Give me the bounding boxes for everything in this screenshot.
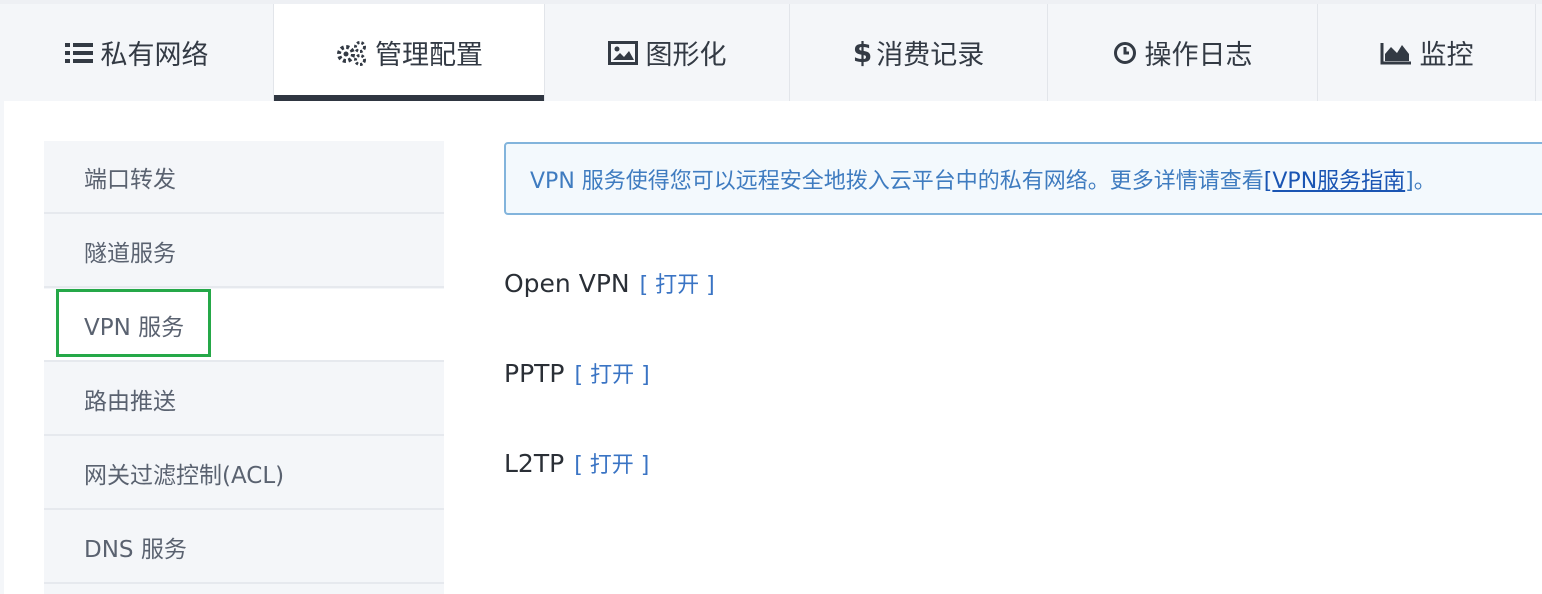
sidebar-item-label: 路由推送 <box>84 388 176 415</box>
link-close: ]。 <box>1405 168 1436 194</box>
tab-monitoring[interactable]: 监控 <box>1318 4 1536 101</box>
tab-management-config[interactable]: 管理配置 <box>274 4 545 101</box>
service-name: L2TP <box>504 448 565 478</box>
info-banner: VPN 服务使得您可以远程安全地拨入云平台中的私有网络。更多详情请查看 [VPN服… <box>504 142 1542 215</box>
tab-label: 操作日志 <box>1144 40 1253 71</box>
sidebar-item-gateway-acl[interactable]: 网关过滤控制(ACL) <box>44 437 444 510</box>
enable-openvpn-button[interactable]: [ 打开 ] <box>640 267 715 299</box>
sidebar-item-label: 隧道服务 <box>84 240 176 267</box>
sidebar-item-vpn-service[interactable]: VPN 服务 <box>44 289 444 362</box>
tab-label: 图形化 <box>645 40 727 71</box>
tab-billing-records[interactable]: $ 消费记录 <box>790 4 1048 101</box>
tab-bar: 私有网络 管理配置 图形化 $ 消费记录 操作日志 监控 <box>0 4 1542 101</box>
sidebar-item-tunnel-service[interactable]: 隧道服务 <box>44 215 444 288</box>
sidebar-item-dns-service[interactable]: DNS 服务 <box>44 511 444 584</box>
tab-label: 管理配置 <box>375 40 483 71</box>
enable-l2tp-button[interactable]: [ 打开 ] <box>574 447 649 479</box>
sidebar-item-label: 网关过滤控制(ACL) <box>84 462 285 489</box>
tab-graphical[interactable]: 图形化 <box>545 4 790 101</box>
service-row-openvpn: Open VPN [ 打开 ] <box>504 266 715 300</box>
service-name: PPTP <box>504 358 565 388</box>
list-icon <box>64 42 93 64</box>
sidebar-item-route-push[interactable]: 路由推送 <box>44 363 444 436</box>
service-row-l2tp: L2TP [ 打开 ] <box>504 446 649 480</box>
gears-icon <box>335 40 367 66</box>
dollar-icon: $ <box>852 36 873 69</box>
service-name: Open VPN <box>504 268 630 298</box>
left-edge <box>0 101 4 594</box>
tab-label: 监控 <box>1419 40 1474 71</box>
clock-icon <box>1113 41 1137 65</box>
sidebar: 端口转发 隧道服务 VPN 服务 路由推送 网关过滤控制(ACL) DNS 服务 <box>44 141 444 594</box>
sidebar-item-label: VPN 服务 <box>84 314 185 341</box>
picture-icon <box>607 40 638 65</box>
enable-pptp-button[interactable]: [ 打开 ] <box>575 357 650 389</box>
tab-label: 消费记录 <box>876 40 985 71</box>
sidebar-item-label: 端口转发 <box>84 166 176 193</box>
tab-private-network[interactable]: 私有网络 <box>0 4 274 101</box>
sidebar-item-port-forwarding[interactable]: 端口转发 <box>44 141 444 214</box>
link-text: VPN服务指南 <box>1272 168 1406 194</box>
service-row-pptp: PPTP [ 打开 ] <box>504 356 650 390</box>
info-text: VPN 服务使得您可以远程安全地拨入云平台中的私有网络。更多详情请查看 <box>530 168 1264 194</box>
tab-operation-logs[interactable]: 操作日志 <box>1048 4 1318 101</box>
area-chart-icon <box>1380 41 1412 65</box>
vpn-guide-link[interactable]: [VPN服务指南 <box>1264 163 1405 195</box>
tab-label: 私有网络 <box>100 40 209 71</box>
sidebar-item-label: DNS 服务 <box>84 536 187 563</box>
